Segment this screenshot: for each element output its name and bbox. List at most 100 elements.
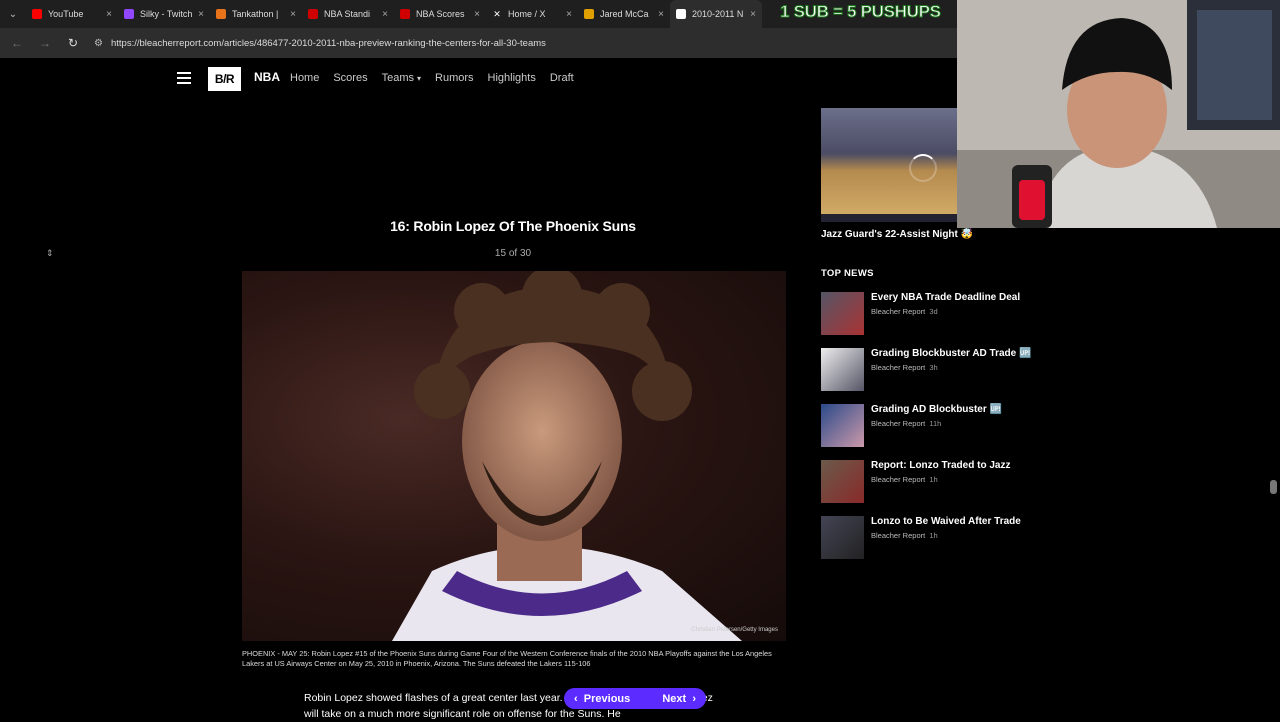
nav-teams-label: Teams xyxy=(381,72,414,84)
tab-title: NBA Standi xyxy=(324,9,371,19)
news-age: 1h xyxy=(929,531,938,540)
nav-teams[interactable]: Teams ▾ xyxy=(382,72,421,84)
news-age: 3h xyxy=(929,363,938,372)
news-title: Grading AD Blockbuster 🆙 xyxy=(871,404,1002,415)
league-label[interactable]: NBA xyxy=(254,70,280,84)
nav-home[interactable]: Home xyxy=(290,72,319,84)
nav-highlights[interactable]: Highlights xyxy=(488,72,536,84)
browser-tab[interactable]: ✕ Home / X × xyxy=(486,0,578,28)
news-age: 11h xyxy=(929,419,942,428)
webcam-overlay xyxy=(957,0,1280,228)
close-tab-icon[interactable]: × xyxy=(566,9,572,20)
browser-tab[interactable]: Silky - Twitch × xyxy=(118,0,210,28)
video-title[interactable]: Jazz Guard's 22-Assist Night 🤯 xyxy=(821,229,973,240)
nav-rumors[interactable]: Rumors xyxy=(435,72,474,84)
news-meta: Bleacher Report 1h xyxy=(871,475,938,484)
close-tab-icon[interactable]: × xyxy=(106,9,112,20)
browser-tab[interactable]: Jared McCa × xyxy=(578,0,670,28)
chevron-left-icon: ‹ xyxy=(574,692,578,705)
news-meta: Bleacher Report 1h xyxy=(871,531,938,540)
nba-favicon-icon xyxy=(400,9,410,19)
news-item[interactable]: Grading AD Blockbuster 🆙 Bleacher Report… xyxy=(821,404,1071,448)
forward-arrow-icon[interactable]: → xyxy=(38,36,52,50)
close-tab-icon[interactable]: × xyxy=(750,9,756,20)
news-source: Bleacher Report xyxy=(871,307,926,316)
tab-title: YouTube xyxy=(48,9,84,19)
news-meta: Bleacher Report 3d xyxy=(871,307,938,316)
page-scrollbar[interactable] xyxy=(1270,480,1277,494)
player-portrait-image xyxy=(392,271,742,641)
browser-tab[interactable]: YouTube × xyxy=(26,0,118,28)
news-thumbnail xyxy=(821,292,864,335)
nav-draft[interactable]: Draft xyxy=(550,72,574,84)
close-tab-icon[interactable]: × xyxy=(382,9,388,20)
news-item[interactable]: Report: Lonzo Traded to Jazz Bleacher Re… xyxy=(821,460,1071,504)
photo-caption: PHOENIX - MAY 25: Robin Lopez #15 of the… xyxy=(242,649,772,668)
close-tab-icon[interactable]: × xyxy=(474,9,480,20)
tankathon-favicon-icon xyxy=(216,9,226,19)
news-thumbnail xyxy=(821,348,864,391)
news-age: 3d xyxy=(929,307,938,316)
x-favicon-icon: ✕ xyxy=(493,9,501,19)
browser-tab[interactable]: NBA Standi × xyxy=(302,0,394,28)
news-source: Bleacher Report xyxy=(871,419,926,428)
tab-title: Tankathon | xyxy=(232,9,279,19)
news-title: Grading Blockbuster AD Trade 🆙 xyxy=(871,348,1032,359)
url-text[interactable]: https://bleacherreport.com/articles/4864… xyxy=(111,38,546,49)
slide-count: 15 of 30 xyxy=(494,248,532,259)
news-title: Every NBA Trade Deadline Deal xyxy=(871,292,1021,303)
news-meta: Bleacher Report 11h xyxy=(871,419,941,428)
tab-title: 2010-2011 N xyxy=(692,9,744,19)
nav-links: Home Scores Teams ▾ Rumors Highlights Dra… xyxy=(290,72,574,84)
browser-tab[interactable]: Tankathon | × xyxy=(210,0,302,28)
news-title: Lonzo to Be Waived After Trade xyxy=(871,516,1021,527)
twitch-favicon-icon xyxy=(124,9,134,19)
browser-tab[interactable]: NBA Scores × xyxy=(394,0,486,28)
br-logo[interactable]: B/R xyxy=(208,67,241,91)
news-thumbnail xyxy=(821,460,864,503)
previous-button[interactable]: ‹ Previous xyxy=(574,693,630,705)
nba-favicon-icon xyxy=(308,9,318,19)
youtube-favicon-icon xyxy=(32,9,42,19)
site-settings-icon[interactable]: ⚙ xyxy=(94,38,103,49)
next-button[interactable]: Next › xyxy=(662,693,696,705)
news-item[interactable]: Every NBA Trade Deadline Deal Bleacher R… xyxy=(821,292,1071,336)
browser-tab-active[interactable]: 2010-2011 N × xyxy=(670,0,762,28)
news-source: Bleacher Report xyxy=(871,531,926,540)
site-nav: B/R NBA Home Scores Teams ▾ Rumors Highli… xyxy=(0,58,960,100)
reload-icon[interactable]: ↻ xyxy=(66,36,80,50)
nav-scores[interactable]: Scores xyxy=(333,72,367,84)
tab-title: Silky - Twitch xyxy=(140,9,193,19)
news-source: Bleacher Report xyxy=(871,363,926,372)
br-favicon-icon xyxy=(676,9,686,19)
slide-title: 16: Robin Lopez Of The Phoenix Suns xyxy=(390,218,636,234)
close-tab-icon[interactable]: × xyxy=(198,9,204,20)
news-meta: Bleacher Report 3h xyxy=(871,363,938,372)
hero-photo: Christian Petersen/Getty Images xyxy=(242,271,786,641)
close-tab-icon[interactable]: × xyxy=(658,9,664,20)
news-item[interactable]: Grading Blockbuster AD Trade 🆙 Bleacher … xyxy=(821,348,1071,392)
news-title: Report: Lonzo Traded to Jazz xyxy=(871,460,1011,471)
webcam-feed-image xyxy=(957,0,1280,228)
tab-search-chevron-icon[interactable]: ⌄ xyxy=(0,0,26,28)
photo-credit: Christian Petersen/Getty Images xyxy=(691,627,778,633)
tab-title: Jared McCa xyxy=(600,9,649,19)
url-field[interactable]: ⚙ https://bleacherreport.com/articles/48… xyxy=(94,38,546,49)
next-label: Next xyxy=(662,692,687,705)
news-age: 1h xyxy=(929,475,938,484)
tab-title: NBA Scores xyxy=(416,9,465,19)
news-thumbnail xyxy=(821,516,864,559)
stream-overlay-banner: 1 SUB = 5 PUSHUPS xyxy=(780,2,942,22)
back-arrow-icon[interactable]: ← xyxy=(10,36,24,50)
autoscroll-icon: ⇕ xyxy=(46,248,54,258)
loading-spinner-icon xyxy=(909,154,937,182)
video-player[interactable] xyxy=(821,108,957,222)
video-scorebug xyxy=(821,214,957,222)
close-tab-icon[interactable]: × xyxy=(290,9,296,20)
chevron-right-icon: › xyxy=(692,692,696,705)
previous-label: Previous xyxy=(583,692,631,705)
news-item[interactable]: Lonzo to Be Waived After Trade Bleacher … xyxy=(821,516,1071,560)
tag-favicon-icon xyxy=(584,9,594,19)
tab-title: Home / X xyxy=(508,9,546,19)
hamburger-menu-icon[interactable] xyxy=(177,72,191,84)
